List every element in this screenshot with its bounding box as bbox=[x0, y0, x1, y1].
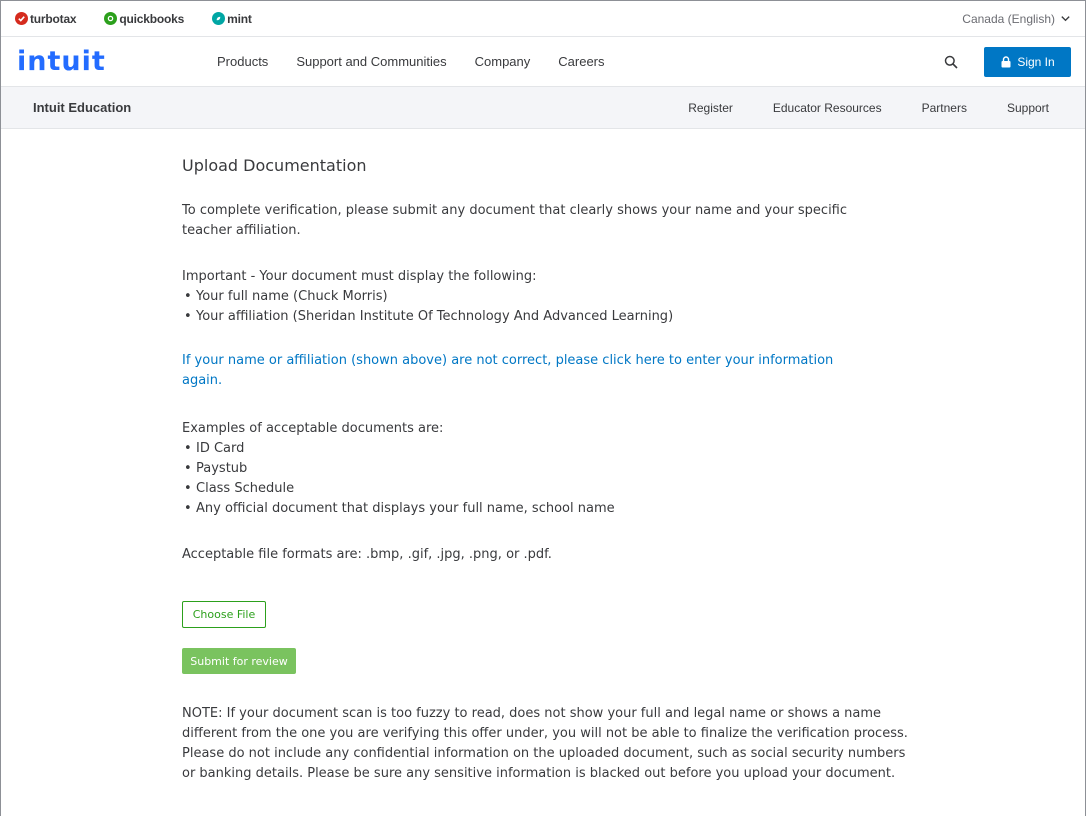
brand-bar: turbotax quickbooks mint Canada (English… bbox=[1, 1, 1085, 37]
page: turbotax quickbooks mint Canada (English… bbox=[0, 0, 1086, 816]
sub-nav-links: Register Educator Resources Partners Sup… bbox=[648, 101, 1049, 115]
quickbooks-brand-link[interactable]: quickbooks bbox=[104, 12, 184, 26]
mint-leaf-icon bbox=[212, 12, 226, 25]
sub-nav-educator-resources[interactable]: Educator Resources bbox=[773, 101, 882, 115]
sign-in-label: Sign In bbox=[1017, 54, 1055, 69]
region-label: Canada (English) bbox=[962, 11, 1055, 26]
list-item: ID Card bbox=[182, 439, 922, 459]
sub-nav-register[interactable]: Register bbox=[688, 101, 733, 115]
list-item: Your full name (Chuck Morris) bbox=[182, 287, 922, 307]
turbotax-check-icon bbox=[15, 12, 28, 25]
sub-nav-partners[interactable]: Partners bbox=[922, 101, 967, 115]
examples-label: Examples of acceptable documents are: bbox=[182, 421, 444, 436]
file-formats-text: Acceptable file formats are: .bmp, .gif,… bbox=[182, 547, 552, 562]
list-item: Any official document that displays your… bbox=[182, 499, 922, 519]
intuit-logo[interactable]: intuit bbox=[17, 46, 217, 77]
nav-link-company[interactable]: Company bbox=[475, 54, 531, 69]
chevron-down-icon bbox=[1061, 16, 1070, 22]
mint-brand-label: mint bbox=[227, 11, 252, 26]
sub-nav: Intuit Education Register Educator Resou… bbox=[1, 87, 1085, 129]
nav-link-careers[interactable]: Careers bbox=[558, 54, 604, 69]
list-item: Your affiliation (Sheridan Institute Of … bbox=[182, 307, 922, 327]
intro-text: To complete verification, please submit … bbox=[182, 203, 848, 238]
main-nav: intuit Products Support and Communities … bbox=[1, 37, 1085, 87]
sign-in-button[interactable]: Sign In bbox=[984, 46, 1071, 77]
upload-content: Upload Documentation To complete verific… bbox=[182, 156, 922, 784]
turbotax-brand-link[interactable]: turbotax bbox=[15, 11, 77, 26]
page-title: Upload Documentation bbox=[182, 156, 367, 175]
nav-link-support-communities[interactable]: Support and Communities bbox=[296, 54, 446, 69]
nav-links: Products Support and Communities Company… bbox=[217, 54, 633, 69]
list-item: Paystub bbox=[182, 459, 922, 479]
required-list: Your full name (Chuck Morris) Your affil… bbox=[182, 287, 922, 327]
mint-brand-link[interactable]: mint bbox=[212, 12, 252, 26]
sub-nav-title[interactable]: Intuit Education bbox=[33, 100, 131, 115]
lock-icon bbox=[1001, 55, 1011, 67]
turbotax-brand-label: turbotax bbox=[30, 11, 77, 26]
region-selector[interactable]: Canada (English) bbox=[962, 12, 1071, 26]
search-button[interactable] bbox=[940, 51, 962, 73]
list-item: Class Schedule bbox=[182, 479, 922, 499]
choose-file-button[interactable]: Choose File bbox=[182, 601, 266, 628]
correction-link[interactable]: If your name or affiliation (shown above… bbox=[182, 351, 842, 391]
sub-nav-support[interactable]: Support bbox=[1007, 101, 1049, 115]
submit-review-button[interactable]: Submit for review bbox=[182, 648, 296, 674]
note-text: NOTE: If your document scan is too fuzzy… bbox=[182, 706, 908, 781]
quickbooks-qb-icon bbox=[104, 12, 118, 25]
quickbooks-brand-label: quickbooks bbox=[119, 11, 185, 26]
nav-right: Sign In bbox=[940, 46, 1071, 77]
nav-link-products[interactable]: Products bbox=[217, 54, 268, 69]
examples-list: ID Card Paystub Class Schedule Any offic… bbox=[182, 439, 922, 519]
important-label: Important - Your document must display t… bbox=[182, 269, 537, 284]
search-icon bbox=[944, 55, 958, 69]
